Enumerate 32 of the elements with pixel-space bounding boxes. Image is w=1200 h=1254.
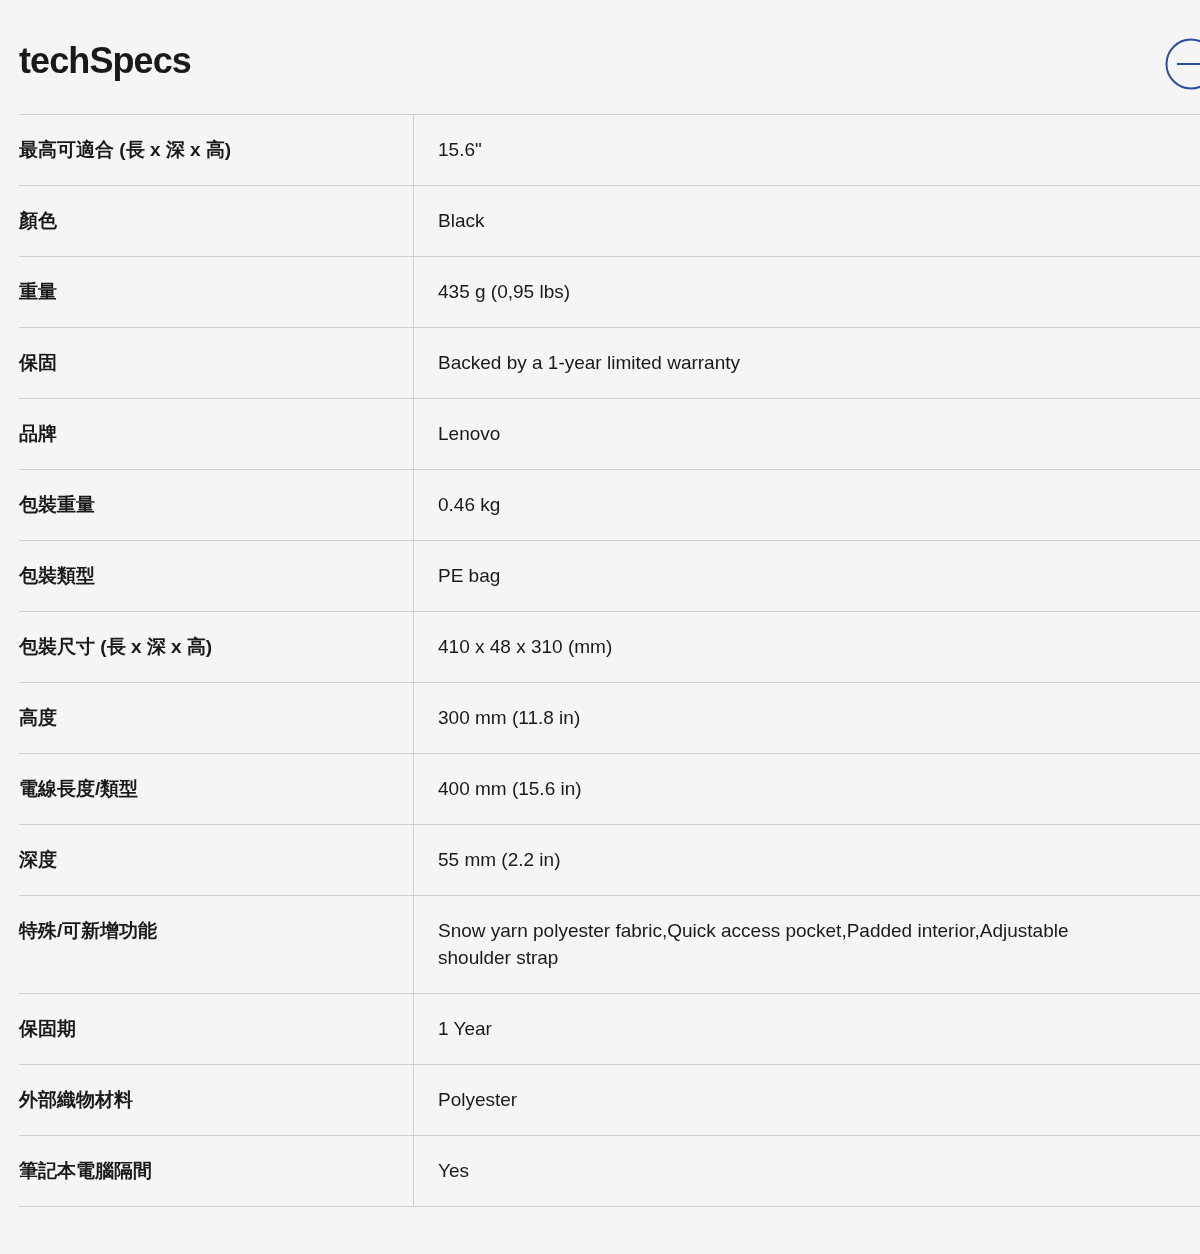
spec-value: Backed by a 1-year limited warranty <box>438 351 741 375</box>
spec-value: 1 Year <box>438 1017 493 1041</box>
spec-label: 保固期 <box>19 1018 76 1039</box>
spec-label: 包裝重量 <box>19 494 95 515</box>
spec-label: 最高可適合 (長 x 深 x 高) <box>19 139 232 160</box>
spec-value: 410 x 48 x 310 (mm) <box>438 635 614 659</box>
spec-value: 0.46 kg <box>438 493 502 517</box>
spec-value: 15.6" <box>438 138 483 162</box>
spec-value: 435 g (0,95 lbs) <box>438 280 572 304</box>
spec-value: PE bag <box>438 564 502 588</box>
spec-label: 高度 <box>19 707 57 728</box>
spec-label: 保固 <box>19 352 57 373</box>
spec-value: Polyester <box>438 1088 519 1112</box>
spec-label: 品牌 <box>19 423 57 444</box>
spec-label: 深度 <box>19 849 57 870</box>
spec-label: 電線長度/類型 <box>19 778 139 799</box>
spec-label: 外部織物材料 <box>19 1089 133 1110</box>
spec-label: 重量 <box>19 281 57 302</box>
spec-label: 包裝類型 <box>19 565 95 586</box>
spec-value: Yes <box>438 1159 470 1183</box>
spec-label: 包裝尺寸 (長 x 深 x 高) <box>19 636 213 657</box>
spec-value: 300 mm (11.8 in) <box>438 706 582 730</box>
collapse-icon[interactable] <box>1165 38 1200 90</box>
spec-value: Snow yarn polyester fabric,Quick access pocket,Padded interior,Adjustable shoulder strap <box>438 919 1070 970</box>
spec-value: Black <box>438 209 486 233</box>
spec-value: Lenovo <box>438 422 502 446</box>
spec-label: 特殊/可新增功能 <box>19 920 158 941</box>
spec-value: 400 mm (15.6 in) <box>438 777 583 801</box>
section-title: techSpecs <box>19 39 191 83</box>
spec-label: 筆記本電腦隔間 <box>19 1160 152 1181</box>
spec-label: 顏色 <box>19 210 57 231</box>
spec-value: 55 mm (2.2 in) <box>438 848 562 872</box>
